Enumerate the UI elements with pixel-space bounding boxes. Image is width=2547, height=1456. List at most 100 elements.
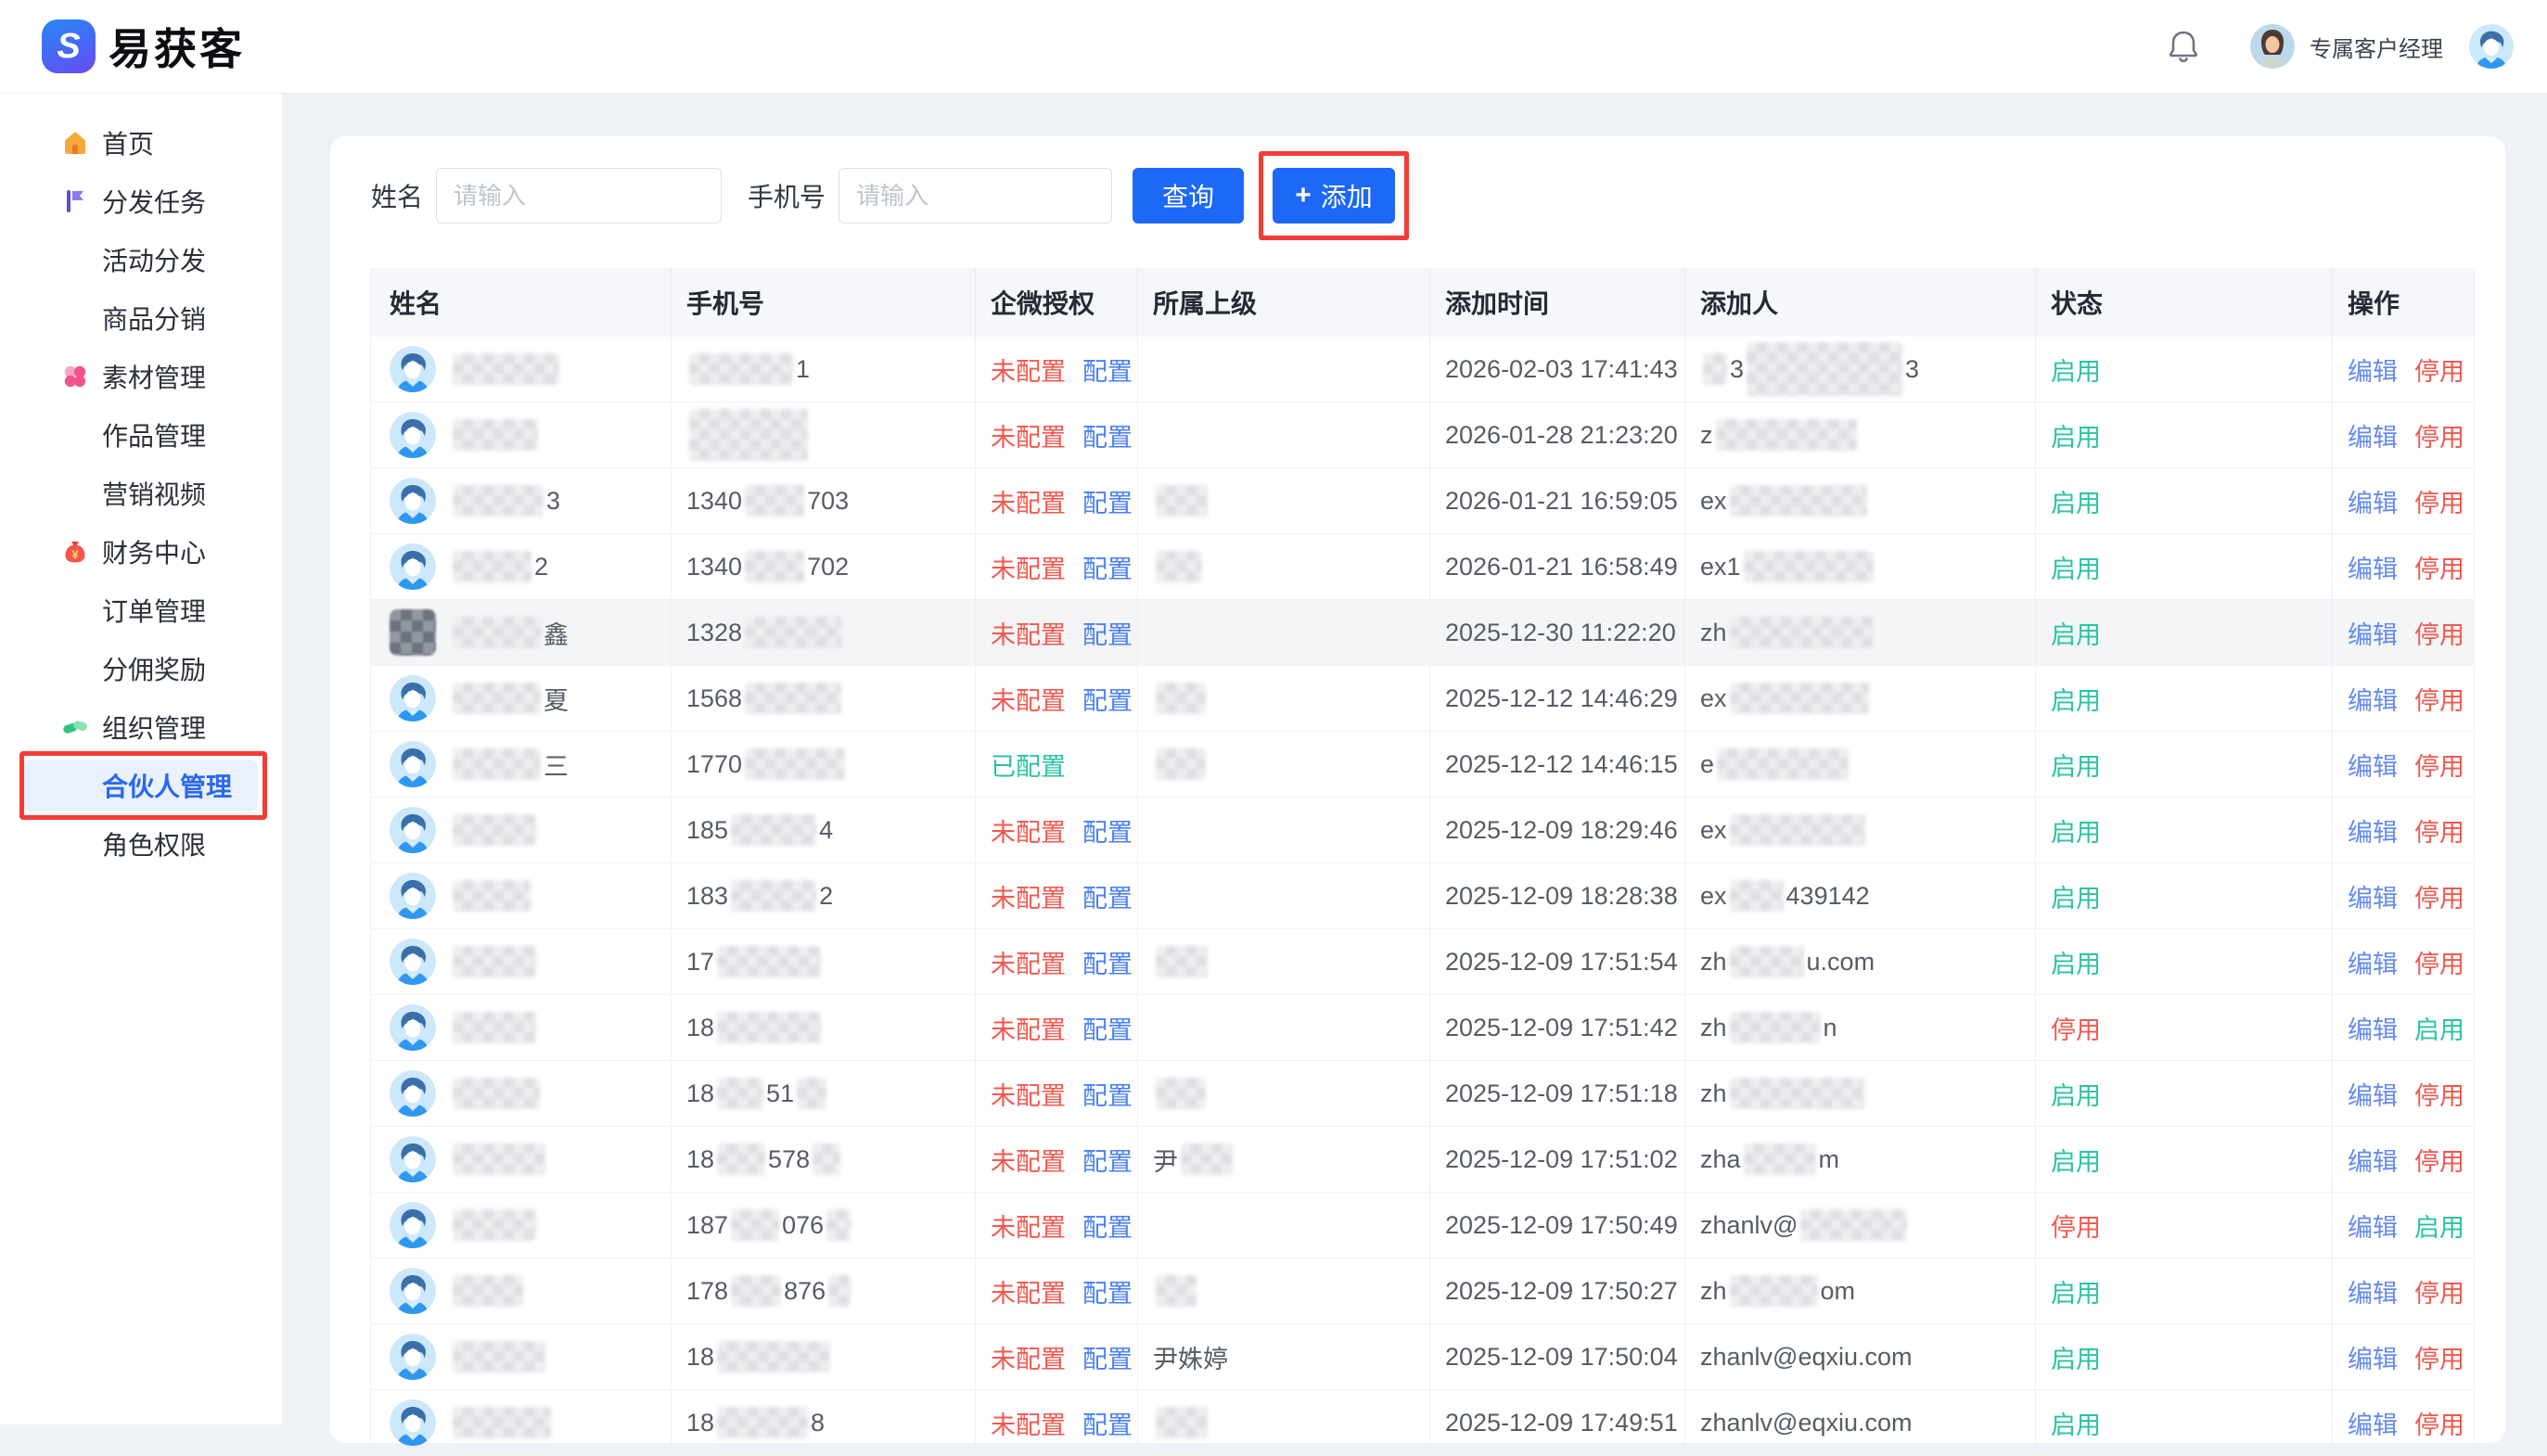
- wecom-status: 未配置: [991, 549, 1066, 585]
- name-cell: [371, 1127, 672, 1192]
- sidebar-item-9[interactable]: 分佣奖励: [24, 643, 258, 695]
- toggle-status-link[interactable]: 停用: [2414, 351, 2464, 388]
- toggle-status-link[interactable]: 停用: [2414, 944, 2464, 980]
- wecom-configure-link[interactable]: 配置: [1082, 1207, 1133, 1244]
- blurred-text: [1156, 485, 1208, 517]
- operations-cell: 编辑停用: [2333, 534, 2475, 599]
- toggle-status-link[interactable]: 停用: [2414, 549, 2464, 585]
- wecom-configure-link[interactable]: 配置: [1082, 1273, 1133, 1309]
- cell-text: zhanlv@eqxiu.com: [1700, 1409, 1913, 1437]
- wecom-configure-link[interactable]: 配置: [1082, 1142, 1133, 1178]
- sidebar-item-1[interactable]: 分发任务: [24, 175, 258, 227]
- sidebar-item-5[interactable]: 作品管理: [24, 409, 258, 461]
- status-badge: 停用: [2051, 1207, 2101, 1244]
- wecom-configure-link[interactable]: 配置: [1082, 1339, 1133, 1375]
- toggle-status-link[interactable]: 停用: [2414, 878, 2464, 914]
- toggle-status-link[interactable]: 停用: [2414, 1142, 2464, 1178]
- sidebar-item-10[interactable]: 组织管理: [24, 701, 258, 753]
- add-time-cell: 2025-12-09 17:51:54: [1430, 929, 1685, 994]
- toggle-status-link[interactable]: 停用: [2414, 1339, 2464, 1375]
- wecom-configure-link[interactable]: 配置: [1082, 944, 1133, 980]
- blurred-text: [689, 353, 793, 385]
- edit-link[interactable]: 编辑: [2348, 1339, 2398, 1375]
- edit-link[interactable]: 编辑: [2348, 1207, 2398, 1244]
- cell-text: 18: [686, 1079, 714, 1108]
- blurred-text: [717, 946, 821, 977]
- edit-link[interactable]: 编辑: [2348, 1142, 2398, 1178]
- edit-link[interactable]: 编辑: [2348, 1010, 2398, 1046]
- status-cell: 启用: [2036, 732, 2333, 797]
- edit-link[interactable]: 编辑: [2348, 1273, 2398, 1309]
- wecom-configure-link[interactable]: 配置: [1082, 549, 1133, 585]
- wecom-configure-link[interactable]: 配置: [1082, 1010, 1133, 1046]
- toggle-status-link[interactable]: 停用: [2414, 483, 2464, 519]
- added-by-cell: zh: [1685, 600, 2036, 665]
- edit-link[interactable]: 编辑: [2348, 1405, 2398, 1441]
- status-badge: 启用: [2051, 681, 2101, 717]
- wecom-configure-link[interactable]: 配置: [1082, 812, 1133, 849]
- table-row: 1854未配置配置2025-12-09 18:29:46ex启用编辑停用: [371, 798, 2474, 863]
- edit-link[interactable]: 编辑: [2348, 549, 2398, 585]
- blurred-text: [453, 1012, 536, 1043]
- toggle-status-link[interactable]: 启用: [2414, 1010, 2464, 1046]
- add-time-cell: 2025-12-12 14:46:15: [1430, 732, 1685, 797]
- sidebar-item-12[interactable]: 角色权限: [24, 818, 258, 870]
- operations-cell: 编辑停用: [2333, 337, 2475, 402]
- edit-link[interactable]: 编辑: [2348, 747, 2398, 783]
- phone-input[interactable]: [838, 168, 1112, 224]
- toggle-status-link[interactable]: 停用: [2414, 1076, 2464, 1112]
- blurred-text: [745, 683, 841, 714]
- sidebar-item-label: 合伙人管理: [102, 767, 232, 804]
- sidebar-item-2[interactable]: 活动分发: [24, 234, 258, 286]
- toggle-status-link[interactable]: 启用: [2414, 1207, 2464, 1244]
- added-by-cell: ex: [1685, 468, 2036, 533]
- name-cell: [371, 1061, 672, 1126]
- wecom-status: 未配置: [991, 1207, 1066, 1244]
- toggle-status-link[interactable]: 停用: [2414, 615, 2464, 651]
- sidebar-item-4[interactable]: 素材管理: [24, 351, 258, 402]
- wecom-configure-link[interactable]: 配置: [1082, 1405, 1133, 1441]
- default-avatar-icon: [390, 1136, 436, 1182]
- edit-link[interactable]: 编辑: [2348, 944, 2398, 980]
- wecom-configure-link[interactable]: 配置: [1082, 878, 1133, 914]
- edit-link[interactable]: 编辑: [2348, 351, 2398, 388]
- sidebar-item-6[interactable]: 营销视频: [24, 467, 258, 519]
- sidebar-item-7[interactable]: ¥财务中心: [24, 526, 258, 578]
- wecom-configure-link[interactable]: 配置: [1082, 615, 1133, 651]
- toggle-status-link[interactable]: 停用: [2414, 681, 2464, 717]
- edit-link[interactable]: 编辑: [2348, 878, 2398, 914]
- toggle-status-link[interactable]: 停用: [2414, 812, 2464, 849]
- wecom-configure-link[interactable]: 配置: [1082, 681, 1133, 717]
- name-cell: [371, 929, 672, 994]
- toggle-status-link[interactable]: 停用: [2414, 747, 2464, 783]
- wecom-configure-link[interactable]: 配置: [1082, 483, 1133, 519]
- toggle-status-link[interactable]: 停用: [2414, 1273, 2464, 1309]
- sidebar-item-8[interactable]: 订单管理: [24, 584, 258, 636]
- sidebar-item-0[interactable]: 首页: [24, 117, 258, 169]
- user-avatar[interactable]: [2469, 24, 2514, 69]
- status-badge: 启用: [2051, 483, 2101, 519]
- search-button[interactable]: 查询: [1133, 168, 1244, 224]
- blurred-text: [1730, 1012, 1821, 1043]
- phone-cell: 1340702: [672, 534, 976, 599]
- toggle-status-link[interactable]: 停用: [2414, 417, 2464, 453]
- edit-link[interactable]: 编辑: [2348, 615, 2398, 651]
- sidebar-item-3[interactable]: 商品分销: [24, 292, 258, 344]
- blurred-text: [717, 1407, 808, 1438]
- sidebar-item-11[interactable]: 合伙人管理: [24, 760, 258, 811]
- blurred-text: [813, 1143, 840, 1175]
- name-input[interactable]: [436, 168, 722, 224]
- edit-link[interactable]: 编辑: [2348, 417, 2398, 453]
- manager-avatar[interactable]: [2250, 24, 2295, 69]
- toggle-status-link[interactable]: 停用: [2414, 1405, 2464, 1441]
- status-badge: 启用: [2051, 1405, 2101, 1441]
- notification-bell-icon[interactable]: [2165, 28, 2202, 65]
- edit-link[interactable]: 编辑: [2348, 681, 2398, 717]
- add-button[interactable]: + 添加: [1273, 168, 1395, 224]
- edit-link[interactable]: 编辑: [2348, 483, 2398, 519]
- edit-link[interactable]: 编辑: [2348, 1076, 2398, 1112]
- wecom-configure-link[interactable]: 配置: [1082, 1076, 1133, 1112]
- wecom-configure-link[interactable]: 配置: [1082, 351, 1133, 388]
- edit-link[interactable]: 编辑: [2348, 812, 2398, 849]
- wecom-configure-link[interactable]: 配置: [1082, 417, 1133, 453]
